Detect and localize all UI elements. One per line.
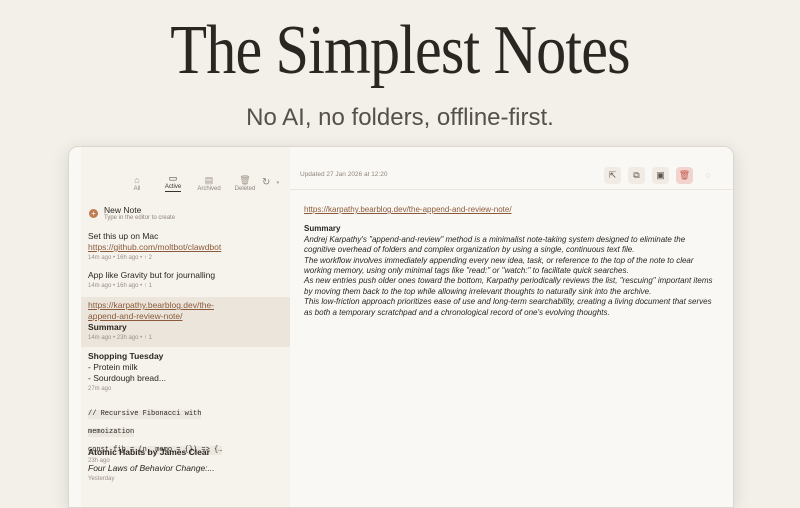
list-item[interactable]: Shopping Tuesday - Protein milk - Sourdo…	[81, 351, 290, 392]
note-link[interactable]: https://karpathy.bearblog.dev/the-	[88, 300, 283, 311]
note-meta: 14m ago • 16h ago • ↑ 2	[88, 255, 152, 261]
updated-timestamp: Updated 27 Jan 2026 at 12:20	[300, 171, 388, 178]
filter-tabs: ⌂ All ▭ Active ▤ Archived 🗑 Deleted	[125, 173, 257, 192]
note-link[interactable]: https://github.com/moltbot/clawdbot	[88, 242, 283, 253]
note-line: Set this up on Mac	[88, 231, 159, 241]
note-paragraph: Andrej Karpathy's "append-and-review" me…	[304, 234, 686, 255]
new-note-title: New Note	[104, 205, 142, 215]
hero-title: The Simplest Notes	[170, 12, 630, 89]
filter-active[interactable]: ▭ Active	[161, 173, 185, 192]
note-meta: 14m ago • 23h ago • ↑ 1	[88, 335, 152, 341]
note-line: - Sourdough bread...	[88, 373, 166, 383]
filter-label: All	[133, 186, 141, 192]
list-item[interactable]: Set this up on Mac https://github.com/mo…	[81, 231, 290, 261]
plus-icon: +	[89, 209, 98, 218]
note-paragraph: The workflow involves immediately append…	[304, 255, 694, 276]
note-meta: Yesterday	[88, 476, 115, 482]
list-item[interactable]: App like Gravity but for journalling 14m…	[81, 270, 290, 289]
box-icon: ⌂	[134, 175, 140, 185]
note-line: Shopping Tuesday	[88, 351, 164, 361]
editor-pane: Updated 27 Jan 2026 at 12:20 ⇱ ⧉ ▣ 🗑 ○ h…	[290, 147, 733, 507]
note-code-line: memoization	[88, 428, 135, 437]
filter-label: Archived	[197, 186, 221, 192]
note-paragraph: As new entries push older ones toward th…	[304, 276, 713, 296]
note-meta: 27m ago	[88, 386, 112, 392]
archive-icon[interactable]: ▣	[652, 167, 669, 184]
note-line: Four Laws of Behavior Change:...	[88, 463, 215, 473]
editor-toolbar: ⇱ ⧉ ▣ 🗑 ○	[604, 167, 717, 184]
list-item[interactable]: Atomic Habits by James Clear Four Laws o…	[81, 447, 290, 482]
duplicate-icon[interactable]: ⧉	[628, 167, 645, 184]
note-paragraph: This low-friction approach prioritizes e…	[304, 297, 712, 317]
refresh-icon[interactable]: ↻	[262, 177, 270, 188]
sidebar: ⌂ All ▭ Active ▤ Archived 🗑 Deleted ↻ ● …	[81, 147, 291, 507]
share-icon[interactable]: ⇱	[604, 167, 621, 184]
archive-icon: ▤	[204, 175, 214, 185]
more-icon[interactable]: ○	[700, 167, 717, 184]
filter-all[interactable]: ⌂ All	[125, 175, 149, 192]
trash-icon: 🗑	[239, 175, 251, 185]
note-heading: Summary	[304, 224, 341, 234]
filter-archived[interactable]: ▤ Archived	[197, 175, 221, 192]
note-code-line: // Recursive Fibonacci with	[88, 410, 202, 419]
divider	[290, 189, 733, 190]
note-line: - Protein milk	[88, 362, 138, 372]
list-item-selected[interactable]: https://karpathy.bearblog.dev/the- appen…	[81, 297, 290, 347]
new-note-hint: Type in the editor to create	[104, 215, 176, 221]
filter-label: Active	[164, 184, 182, 192]
note-url[interactable]: https://karpathy.bearblog.dev/the-append…	[304, 205, 713, 215]
note-line: App like Gravity but for journalling	[88, 270, 216, 280]
filter-label: Deleted	[234, 186, 256, 192]
note-editor[interactable]: https://karpathy.bearblog.dev/the-append…	[304, 205, 713, 318]
app-window: ⌂ All ▭ Active ▤ Archived 🗑 Deleted ↻ ● …	[68, 146, 734, 508]
inbox-icon: ▭	[168, 173, 178, 183]
filter-deleted[interactable]: 🗑 Deleted	[233, 175, 257, 192]
delete-icon[interactable]: 🗑	[676, 167, 693, 184]
note-link[interactable]: append-and-review-note/	[88, 311, 283, 322]
note-meta: 14m ago • 16h ago • ↑ 1	[88, 283, 152, 289]
hero-subtitle: No AI, no folders, offline-first.	[246, 104, 554, 131]
note-line: Atomic Habits by James Clear	[88, 447, 210, 457]
note-line: Summary	[88, 322, 127, 332]
new-note-button[interactable]: + New Note Type in the editor to create	[89, 205, 175, 221]
status-dot-icon: ●	[276, 180, 280, 186]
